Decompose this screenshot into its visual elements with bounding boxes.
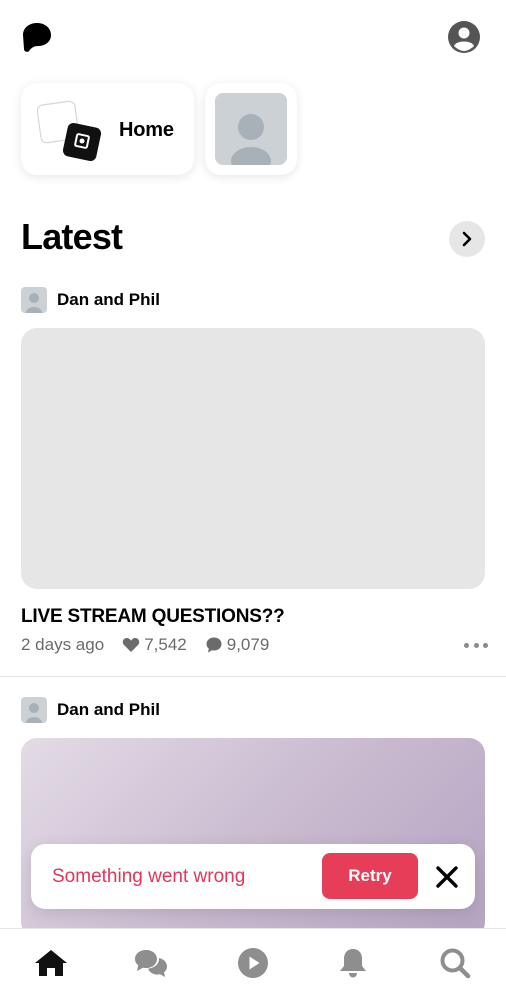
top-bar <box>0 0 506 76</box>
home-stack-icon <box>36 99 107 165</box>
creator-name: Dan and Phil <box>57 700 160 719</box>
avatar-placeholder <box>215 93 287 165</box>
chat-icon <box>135 950 167 977</box>
like-count: 7,542 <box>144 635 187 654</box>
home-tile-label: Home <box>119 119 174 141</box>
post-header[interactable]: Dan and Phil <box>21 697 160 723</box>
creator-avatar <box>21 287 47 313</box>
post-title[interactable]: LIVE STREAM QUESTIONS?? <box>21 606 285 628</box>
tab-notifications[interactable] <box>335 945 371 981</box>
chevron-right-icon <box>462 231 472 247</box>
section-title: Latest <box>21 216 123 257</box>
more-options-button[interactable] <box>464 638 488 652</box>
bottom-tab-bar <box>0 928 506 1000</box>
play-icon <box>238 948 268 978</box>
dot <box>464 642 469 648</box>
home-icon <box>35 950 67 976</box>
comment-count: 9,079 <box>226 635 270 654</box>
patreon-logo-icon[interactable] <box>20 20 54 54</box>
error-toast: Something went wrong Retry <box>31 844 475 909</box>
bell-icon <box>340 949 366 978</box>
dot <box>483 642 488 648</box>
creator-name: Dan and Phil <box>57 290 160 309</box>
divider <box>0 676 506 677</box>
home-tile[interactable]: Home <box>21 83 194 175</box>
comment-icon <box>206 637 222 653</box>
tab-chats[interactable] <box>133 945 169 981</box>
dot <box>473 642 479 648</box>
toast-message: Something went wrong <box>52 866 246 887</box>
heart-icon <box>122 638 140 652</box>
post-time: 2 days ago <box>21 635 105 654</box>
see-more-button[interactable] <box>449 221 485 257</box>
comment-button[interactable]: 9,079 <box>205 635 270 655</box>
like-button[interactable]: 7,542 <box>122 635 187 655</box>
retry-button[interactable]: Retry <box>322 853 418 899</box>
search-icon <box>440 948 471 979</box>
tab-video[interactable] <box>235 945 271 981</box>
account-circle-icon[interactable] <box>447 20 481 54</box>
post-header[interactable]: Dan and Phil <box>21 287 160 313</box>
tab-search[interactable] <box>437 945 473 981</box>
creator-tile[interactable] <box>205 83 297 175</box>
tab-home[interactable] <box>33 945 69 981</box>
close-icon <box>436 866 458 888</box>
close-button[interactable] <box>433 863 461 891</box>
post-media[interactable] <box>21 328 485 589</box>
post-meta: 2 days ago 7,542 9,079 <box>21 634 269 656</box>
creator-avatar <box>21 697 47 723</box>
